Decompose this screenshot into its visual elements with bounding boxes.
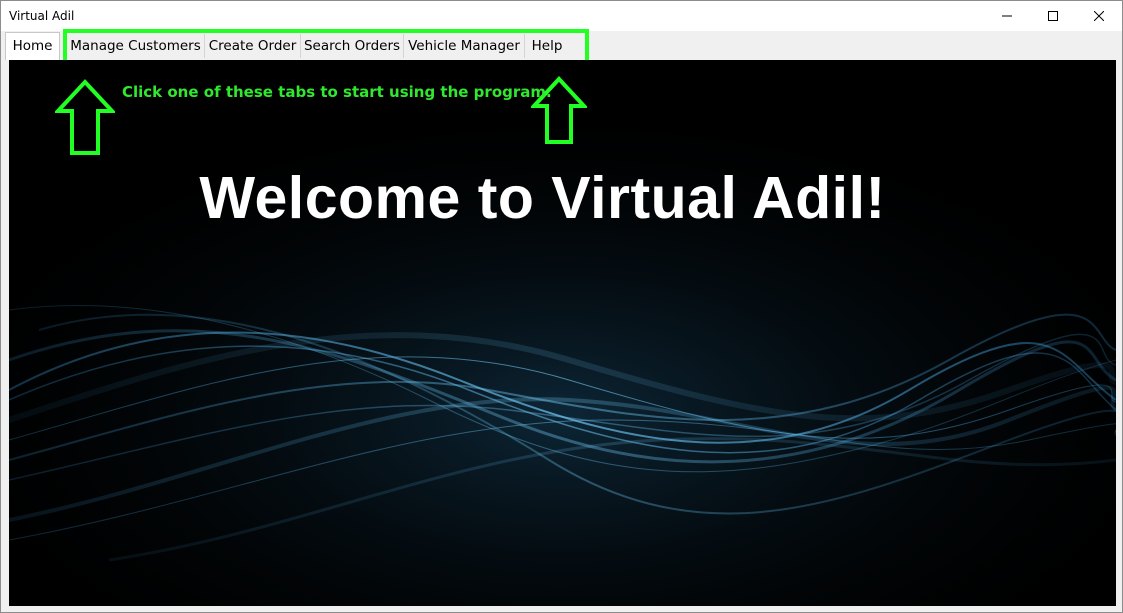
maximize-button[interactable] bbox=[1030, 1, 1076, 31]
tab-manage-customers[interactable]: Manage Customers bbox=[67, 34, 205, 58]
hint-text: Click one of these tabs to start using t… bbox=[122, 83, 552, 101]
tab-home[interactable]: Home bbox=[5, 32, 60, 60]
tab-vehicle-manager[interactable]: Vehicle Manager bbox=[404, 34, 525, 58]
up-arrow-icon bbox=[55, 79, 115, 155]
window-title: Virtual Adil bbox=[9, 9, 75, 23]
close-icon bbox=[1094, 11, 1104, 21]
welcome-heading: Welcome to Virtual Adil! bbox=[199, 165, 886, 231]
tab-help[interactable]: Help bbox=[525, 34, 569, 58]
tab-strip: Home Manage Customers Create Order Searc… bbox=[1, 31, 1122, 60]
tab-search-orders[interactable]: Search Orders bbox=[301, 34, 404, 58]
close-button[interactable] bbox=[1076, 1, 1122, 31]
app-window: Virtual Adil Home Manage Customers Creat… bbox=[0, 0, 1123, 613]
tab-create-order[interactable]: Create Order bbox=[205, 34, 301, 58]
title-bar[interactable]: Virtual Adil bbox=[1, 1, 1122, 31]
home-tab-content: Click one of these tabs to start using t… bbox=[9, 60, 1116, 606]
maximize-icon bbox=[1048, 11, 1058, 21]
minimize-button[interactable] bbox=[984, 1, 1030, 31]
minimize-icon bbox=[1002, 15, 1012, 17]
